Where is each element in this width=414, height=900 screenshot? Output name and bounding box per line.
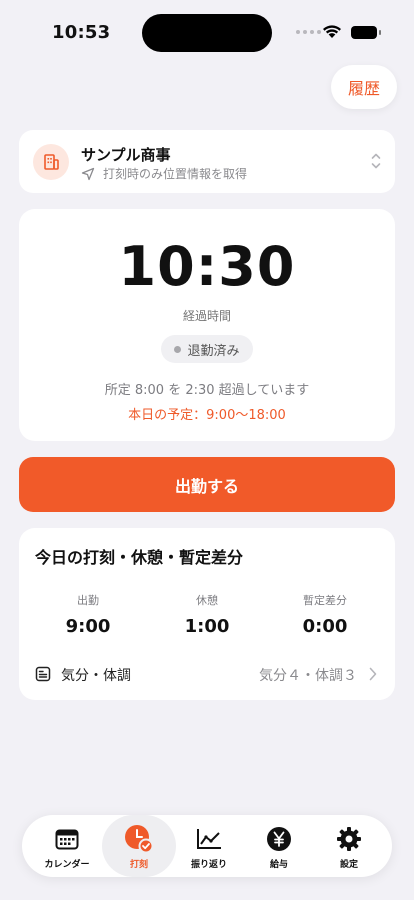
status-badge: 退勤済み <box>161 335 253 363</box>
stat-difference: 暫定差分 0:00 <box>270 592 380 637</box>
battery-icon <box>351 26 381 39</box>
tab-label: 打刻 <box>129 860 148 870</box>
tab-label: 給与 <box>269 860 288 870</box>
tab-label: カレンダー <box>44 860 90 870</box>
mood-label: 気分・体調 <box>61 668 131 684</box>
company-selector[interactable]: サンプル商事 打刻時のみ位置情報を取得 <box>19 130 395 193</box>
location-note: 打刻時のみ位置情報を取得 <box>103 167 248 181</box>
status-dot-icon <box>174 345 182 353</box>
status-badge-label: 退勤済み <box>187 343 240 359</box>
stat-break: 休憩 1:00 <box>152 592 262 637</box>
tab-label: 設定 <box>339 860 358 870</box>
clock-check-icon <box>124 825 154 854</box>
status-time: 10:53 <box>52 22 111 43</box>
note-icon <box>35 666 51 682</box>
yen-icon <box>266 825 292 853</box>
stat-value: 0:00 <box>302 616 348 637</box>
stat-value: 9:00 <box>65 616 111 637</box>
tab-bar: カレンダー 打刻 振り返り 給与 設定 <box>22 815 392 877</box>
calendar-icon <box>55 825 79 853</box>
elapsed-time-label: 経過時間 <box>182 309 231 323</box>
dynamic-island <box>142 14 272 52</box>
summary-title: 今日の打刻・休憩・暫定差分 <box>35 548 244 567</box>
tab-label: 振り返り <box>190 860 227 870</box>
cellular-signal-icon <box>296 30 321 34</box>
building-icon <box>33 144 69 180</box>
tab-calendar[interactable]: カレンダー <box>30 815 104 877</box>
chart-icon <box>196 825 222 853</box>
stat-label: 暫定差分 <box>303 594 347 607</box>
history-button[interactable]: 履歴 <box>331 65 397 109</box>
chevron-updown-icon <box>371 153 381 169</box>
stat-clock-in: 出勤 9:00 <box>33 592 143 637</box>
tab-clock[interactable]: 打刻 <box>102 815 176 877</box>
wifi-icon <box>323 25 341 38</box>
stat-label: 休憩 <box>196 594 218 607</box>
mood-value: 気分４・体調３ <box>259 668 357 684</box>
gear-icon <box>336 825 362 853</box>
status-bar: 10:53 <box>0 0 414 56</box>
stat-label: 出勤 <box>77 594 99 607</box>
location-arrow-icon <box>81 167 95 181</box>
overtime-text: 所定 8:00 を 2:30 超過しています <box>104 383 310 398</box>
elapsed-time: 10:30 <box>118 235 296 298</box>
elapsed-time-card: 10:30 経過時間 退勤済み 所定 8:00 を 2:30 超過しています 本… <box>19 209 395 441</box>
daily-summary-card: 今日の打刻・休憩・暫定差分 出勤 9:00 休憩 1:00 暫定差分 0:00 … <box>19 528 395 700</box>
tab-review[interactable]: 振り返り <box>172 815 246 877</box>
stat-value: 1:00 <box>184 616 230 637</box>
schedule-text: 本日の予定：9:00〜18:00 <box>128 408 286 423</box>
chevron-right-icon <box>369 667 377 681</box>
tab-salary[interactable]: 給与 <box>242 815 316 877</box>
company-name: サンプル商事 <box>81 146 171 164</box>
clock-in-button[interactable]: 出勤する <box>19 457 395 512</box>
mood-condition-row[interactable]: 気分・体調 気分４・体調３ <box>35 660 381 688</box>
tab-settings[interactable]: 設定 <box>312 815 386 877</box>
